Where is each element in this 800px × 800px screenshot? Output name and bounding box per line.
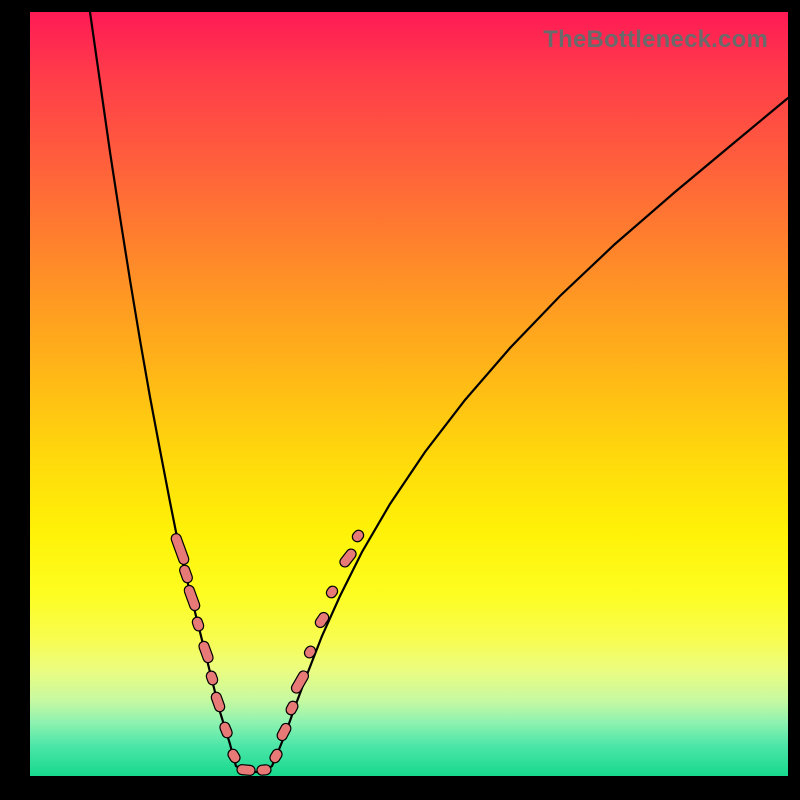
data-bead: [257, 764, 272, 775]
data-bead: [313, 611, 330, 630]
curve-group: [90, 12, 788, 772]
data-bead: [210, 691, 226, 713]
chart-frame: TheBottleneck.com: [30, 12, 788, 776]
data-bead: [218, 721, 233, 740]
data-bead: [290, 669, 311, 695]
data-bead: [170, 532, 190, 565]
data-bead: [226, 747, 242, 764]
data-bead: [303, 644, 318, 659]
bottleneck-curve: [90, 12, 788, 772]
bottleneck-plot: [30, 12, 788, 776]
data-bead: [268, 747, 284, 764]
data-bead: [275, 722, 292, 743]
data-bead: [191, 616, 205, 633]
data-bead: [183, 584, 201, 612]
data-bead: [178, 564, 194, 584]
bead-group: [170, 528, 366, 776]
data-bead: [237, 764, 256, 776]
data-bead: [350, 528, 365, 544]
data-bead: [198, 640, 215, 664]
data-bead: [205, 670, 219, 687]
data-bead: [324, 584, 339, 600]
